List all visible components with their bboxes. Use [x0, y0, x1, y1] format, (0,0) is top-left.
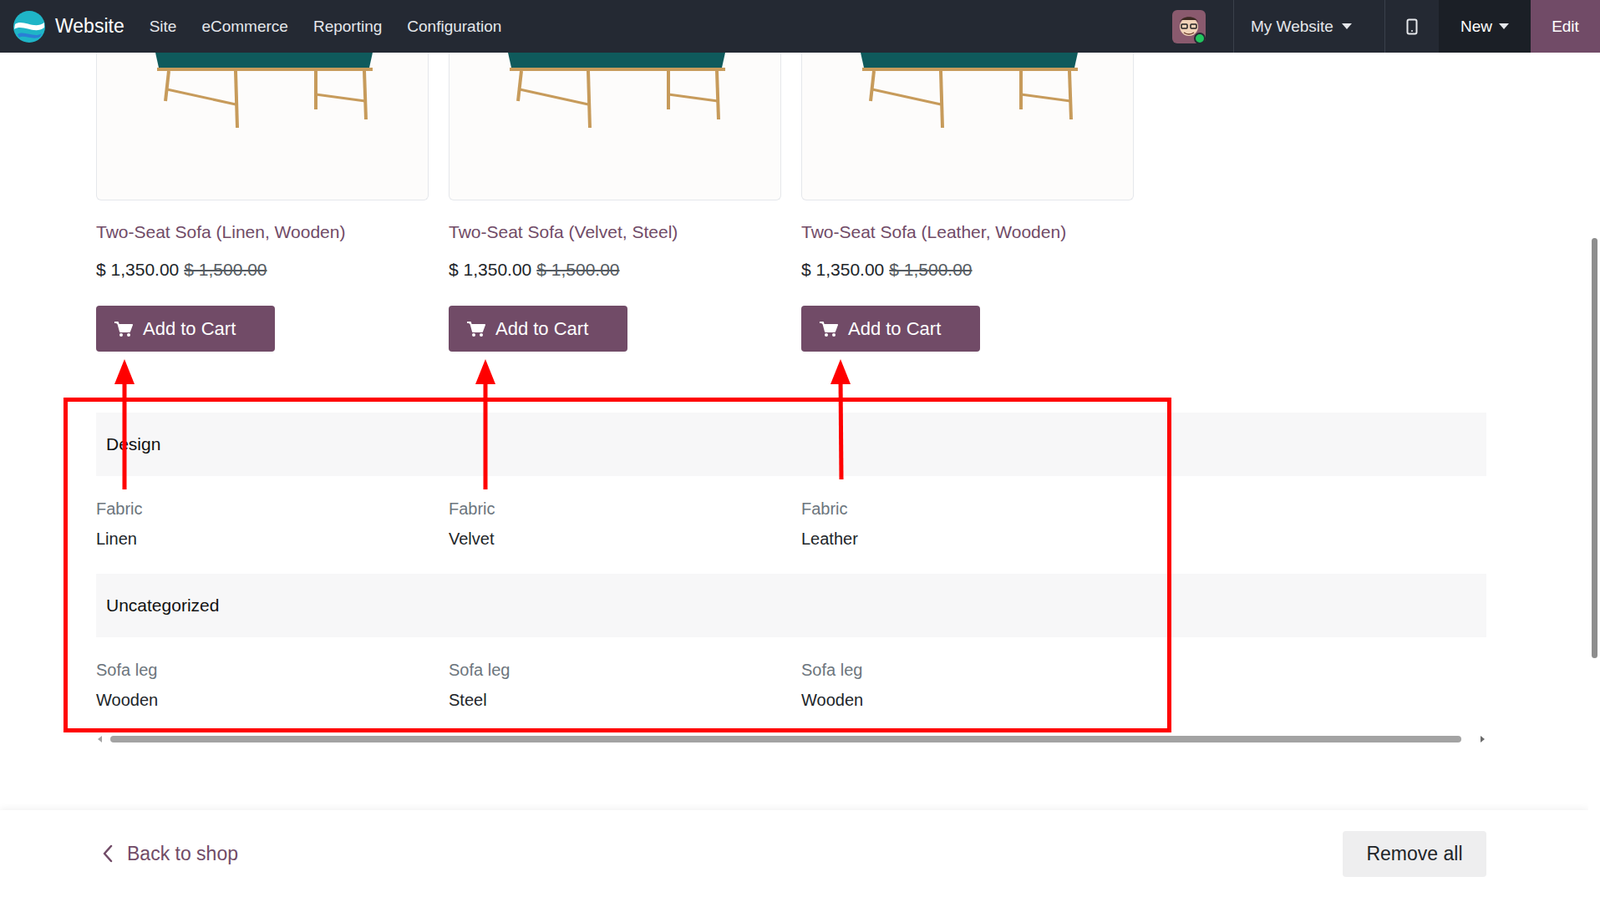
chevron-left-icon	[101, 844, 114, 864]
new-button[interactable]: New	[1438, 0, 1531, 53]
attribute-cell: Fabric Leather	[801, 498, 1134, 549]
product-name[interactable]: Two-Seat Sofa (Linen, Wooden)	[96, 219, 346, 245]
annotation-overlay	[0, 0, 1600, 897]
scroll-right-icon[interactable]	[1480, 736, 1485, 743]
horizontal-scrollbar[interactable]	[96, 735, 1487, 744]
compare-content: Two-Seat Sofa (Linen, Wooden) $ 1,350.00$…	[0, 52, 1487, 744]
attribute-label: Sofa leg	[801, 660, 1134, 681]
sofa-image-icon	[449, 52, 782, 200]
product-column: Two-Seat Sofa (Velvet, Steel) $ 1,350.00$…	[448, 52, 782, 352]
nav-menu-item[interactable]: Site	[137, 17, 190, 36]
user-avatar[interactable]	[1155, 0, 1234, 53]
add-to-cart-button[interactable]: Add to Cart	[801, 305, 981, 352]
attribute-label: Sofa leg	[448, 660, 782, 681]
page: Website SiteeCommerceReportingConfigurati…	[0, 0, 1600, 897]
page-scrollbar[interactable]	[1588, 52, 1600, 897]
product-price: $ 1,350.00$ 1,500.00	[801, 257, 973, 283]
cart-icon	[114, 320, 133, 338]
attribute-row: Fabric Linen Fabric Velvet Fabric Leather	[96, 476, 1487, 574]
attribute-cell: Sofa leg Wooden	[801, 660, 1134, 711]
remove-all-button[interactable]: Remove all	[1342, 831, 1487, 878]
attribute-row: Sofa leg Wooden Sofa leg Steel Sofa leg Woode…	[96, 637, 1487, 736]
sofa-image-icon	[96, 52, 429, 200]
old-price: $ 1,500.00	[888, 259, 972, 280]
compare-footer: Back to shop Remove all	[0, 810, 1589, 897]
attribute-cell: Sofa leg Wooden	[96, 660, 429, 711]
cart-icon	[467, 320, 486, 338]
phone-icon	[1406, 18, 1418, 36]
attribute-value: Velvet	[448, 528, 782, 549]
attribute-value: Wooden	[801, 690, 1134, 711]
section-header: Design	[96, 412, 1487, 477]
caret-down-icon	[1498, 23, 1509, 30]
product-price: $ 1,350.00$ 1,500.00	[448, 257, 620, 283]
scroll-left-icon[interactable]	[97, 736, 102, 743]
back-to-shop-link[interactable]: Back to shop	[101, 843, 239, 866]
caret-down-icon	[1341, 23, 1352, 30]
app-name[interactable]: Website	[55, 15, 125, 38]
website-logo-icon[interactable]	[12, 10, 46, 44]
top-navbar: Website SiteeCommerceReportingConfigurati…	[0, 0, 1600, 53]
product-image[interactable]	[96, 52, 429, 201]
arrow-icon	[830, 359, 851, 480]
old-price: $ 1,500.00	[536, 259, 620, 280]
add-to-cart-button[interactable]: Add to Cart	[448, 305, 628, 352]
attribute-label: Fabric	[448, 498, 782, 519]
product-image[interactable]	[801, 52, 1134, 201]
highlight-box	[66, 400, 1170, 732]
product-column: Two-Seat Sofa (Leather, Wooden) $ 1,350.0…	[801, 52, 1134, 352]
old-price: $ 1,500.00	[183, 259, 267, 280]
edit-button[interactable]: Edit	[1530, 0, 1600, 53]
mobile-preview-button[interactable]	[1385, 0, 1439, 53]
attribute-value: Leather	[801, 528, 1134, 549]
product-name[interactable]: Two-Seat Sofa (Velvet, Steel)	[448, 219, 678, 245]
attribute-label: Fabric	[96, 498, 429, 519]
scroll-thumb[interactable]	[110, 736, 1462, 743]
attribute-value: Linen	[96, 528, 429, 549]
product-column: Two-Seat Sofa (Linen, Wooden) $ 1,350.00$…	[96, 52, 429, 352]
nav-menu-item[interactable]: Configuration	[394, 17, 514, 36]
product-name[interactable]: Two-Seat Sofa (Leather, Wooden)	[801, 219, 1067, 245]
attribute-label: Sofa leg	[96, 660, 429, 681]
attribute-value: Wooden	[96, 690, 429, 711]
product-price: $ 1,350.00$ 1,500.00	[96, 257, 268, 283]
attribute-cell: Fabric Linen	[96, 498, 429, 549]
attribute-cell: Sofa leg Steel	[448, 660, 782, 711]
arrow-icon	[114, 359, 135, 490]
sofa-image-icon	[802, 52, 1134, 200]
add-to-cart-button[interactable]: Add to Cart	[96, 305, 275, 352]
cart-icon	[819, 320, 839, 338]
product-image[interactable]	[448, 52, 782, 201]
website-selector[interactable]: My Website	[1233, 0, 1386, 53]
nav-menu-item[interactable]: eCommerce	[188, 17, 300, 36]
attribute-value: Steel	[448, 690, 782, 711]
comparison-table: Design Fabric Linen Fabric Velvet Fabric Leath…	[96, 412, 1487, 736]
section-header: Uncategorized	[96, 573, 1487, 638]
attribute-cell: Fabric Velvet	[448, 498, 782, 549]
avatar-icon	[1172, 10, 1206, 44]
page-scroll-thumb[interactable]	[1591, 238, 1598, 659]
nav-menu-item[interactable]: Reporting	[300, 17, 395, 36]
arrow-icon	[475, 359, 496, 490]
attribute-label: Fabric	[801, 498, 1134, 519]
